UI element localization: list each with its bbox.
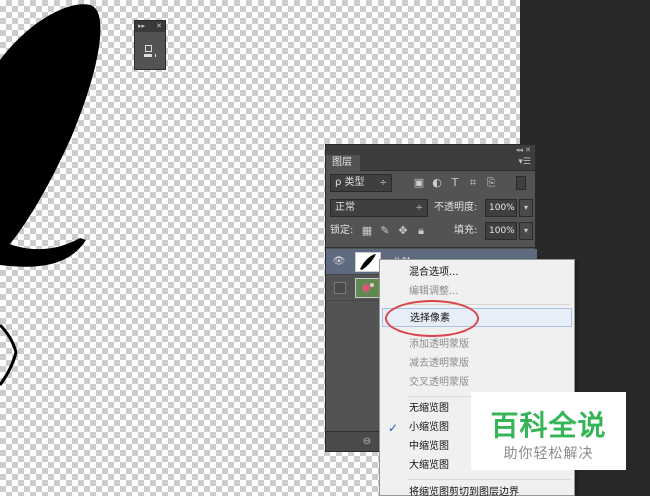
- fill-label: 填充:: [454, 225, 478, 236]
- close-icon[interactable]: ✕: [156, 21, 162, 32]
- opacity-input[interactable]: 100%: [485, 199, 517, 217]
- fill-input[interactable]: 100%: [485, 222, 517, 240]
- panel-divider: [326, 247, 537, 248]
- lock-all-icon[interactable]: 🔒︎: [414, 224, 428, 238]
- menu-item-clip-thumbnails[interactable]: 将缩览图剪切到图层边界: [409, 483, 569, 496]
- adjustment-filter-icon[interactable]: ◐: [430, 176, 444, 190]
- visibility-toggle[interactable]: [334, 282, 346, 294]
- menu-item-add-transparency-mask[interactable]: 添加透明蒙版: [409, 335, 569, 354]
- layer-thumbnail-image: [360, 254, 376, 270]
- lock-fill-row: 锁定: ▦ ✎ ✥ 🔒︎ 填充: 100% ▾: [330, 222, 533, 242]
- type-filter-icon[interactable]: T: [448, 176, 462, 190]
- collapsed-panel-bar[interactable]: ▸▸ ✕: [135, 21, 165, 32]
- filter-toggle-switch[interactable]: [516, 176, 526, 190]
- layer-thumbnail[interactable]: [355, 252, 381, 272]
- filter-type-dropdown[interactable]: ρ 类型 ÷: [330, 174, 392, 192]
- expand-icon[interactable]: ▸▸: [138, 21, 145, 32]
- highlight-ellipse: [385, 300, 479, 337]
- blend-opacity-row: 正常 ÷ 不透明度: 100% ▾: [330, 199, 533, 219]
- menu-item-blending-options[interactable]: 混合选项...: [409, 263, 569, 282]
- tab-layers[interactable]: 图层: [326, 155, 360, 171]
- layer-thumbnail[interactable]: [355, 278, 381, 298]
- menu-item-subtract-transparency-mask[interactable]: 减去透明蒙版: [409, 354, 569, 373]
- panel-tab-row: 图层 ▾☰: [326, 155, 535, 171]
- menu-item-edit-adjustment[interactable]: 编辑调整...: [409, 282, 569, 301]
- watermark-subtitle: 助你轻松解决: [503, 446, 594, 462]
- image-filter-icon[interactable]: ▣: [412, 176, 426, 190]
- watermark-logo: 百科全说 助你轻松解决: [471, 392, 626, 470]
- link-layers-icon[interactable]: ⊖: [360, 435, 374, 449]
- fill-slider-button[interactable]: ▾: [519, 222, 533, 240]
- lock-image-pixels-icon[interactable]: ✎: [378, 224, 392, 238]
- smart-object-filter-icon[interactable]: ⎘: [484, 176, 498, 190]
- navigator-icon[interactable]: [142, 43, 158, 59]
- opacity-slider-button[interactable]: ▾: [519, 199, 533, 217]
- shape-filter-icon[interactable]: ⌗: [466, 176, 480, 190]
- menu-separator: [408, 479, 570, 480]
- collapsed-panel[interactable]: ▸▸ ✕: [134, 20, 166, 70]
- dropdown-arrow-icon: ÷: [379, 178, 387, 188]
- lock-transparent-pixels-icon[interactable]: ▦: [360, 224, 374, 238]
- opacity-label: 不透明度:: [434, 202, 478, 213]
- layer-thumbnail-image: [356, 279, 380, 297]
- panel-menu-icon[interactable]: ▾☰: [518, 157, 531, 167]
- panel-collapse-bar[interactable]: ◂◂ ✕: [326, 145, 535, 155]
- blend-mode-value: 正常: [335, 202, 355, 213]
- layer-filter-row: ρ 类型 ÷ ▣ ◐ T ⌗ ⎘: [330, 174, 533, 194]
- eye-icon[interactable]: 👁︎: [332, 255, 346, 269]
- lock-label: 锁定:: [330, 225, 354, 236]
- lock-position-icon[interactable]: ✥: [396, 224, 410, 238]
- filter-type-label: ρ 类型: [335, 177, 365, 188]
- blend-mode-dropdown[interactable]: 正常 ÷: [330, 199, 428, 217]
- watermark-title: 百科全说: [490, 409, 607, 442]
- dropdown-arrow-icon: ÷: [415, 203, 423, 213]
- menu-item-intersect-transparency-mask[interactable]: 交叉透明蒙版: [409, 373, 569, 392]
- check-icon: ✓: [387, 421, 399, 435]
